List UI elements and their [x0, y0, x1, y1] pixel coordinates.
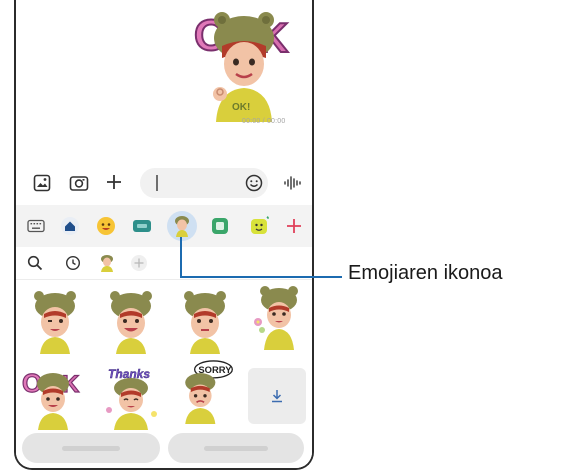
- download-more-button[interactable]: [248, 368, 306, 424]
- home-icon[interactable]: [58, 214, 82, 238]
- sent-ar-emoji-sticker[interactable]: O K OK!: [192, 6, 296, 122]
- svg-text:OK!: OK!: [232, 102, 250, 113]
- message-composer: [16, 165, 312, 201]
- ok-sticker[interactable]: O K: [22, 366, 84, 430]
- emoji-icon[interactable]: [244, 173, 264, 193]
- ar-emoji-icon[interactable]: [167, 211, 197, 241]
- edit-sticker-button[interactable]: [168, 433, 304, 463]
- recent-icon[interactable]: [64, 254, 82, 272]
- avatar-icon[interactable]: [98, 254, 116, 272]
- phone-screen: O K OK! 00:00 / 00:00: [14, 0, 314, 470]
- flower-sticker[interactable]: [248, 286, 310, 350]
- emoji-icon[interactable]: [94, 214, 118, 238]
- panel-tab-bar: [16, 205, 312, 247]
- voice-icon[interactable]: [282, 173, 304, 193]
- message-timestamp: 00:00 / 00:00: [240, 118, 287, 125]
- add-icon[interactable]: [282, 214, 306, 238]
- neutral-sticker[interactable]: [174, 290, 236, 354]
- callout-label: Emojiaren ikonoa: [348, 262, 503, 284]
- gif-icon[interactable]: [130, 214, 154, 238]
- search-icon[interactable]: [26, 254, 44, 272]
- add-icon[interactable]: [130, 254, 148, 272]
- smile-sticker[interactable]: [100, 290, 162, 354]
- camera-icon[interactable]: [68, 173, 90, 193]
- plus-icon[interactable]: [104, 172, 124, 192]
- pill-label-placeholder: [62, 445, 120, 451]
- callout-line: [180, 237, 182, 277]
- sorry-sticker[interactable]: SORRY: [174, 360, 236, 424]
- sticker-icon[interactable]: [208, 214, 232, 238]
- emoji-panel: O K Thanks SORRY: [16, 205, 312, 468]
- pill-label-placeholder: [204, 445, 268, 451]
- chat-area: O K OK! 00:00 / 00:00: [16, 0, 312, 162]
- callout-line: [180, 276, 342, 278]
- sticker-grid: O K Thanks SORRY: [16, 280, 312, 468]
- wink-sticker[interactable]: [24, 290, 86, 354]
- gallery-icon[interactable]: [32, 173, 52, 193]
- thanks-sticker[interactable]: Thanks: [100, 366, 162, 430]
- keyboard-icon[interactable]: [24, 214, 48, 238]
- create-sticker-button[interactable]: [22, 433, 160, 463]
- download-icon: [272, 390, 282, 403]
- text-caret: [156, 175, 158, 191]
- bitmoji-icon[interactable]: [248, 214, 272, 238]
